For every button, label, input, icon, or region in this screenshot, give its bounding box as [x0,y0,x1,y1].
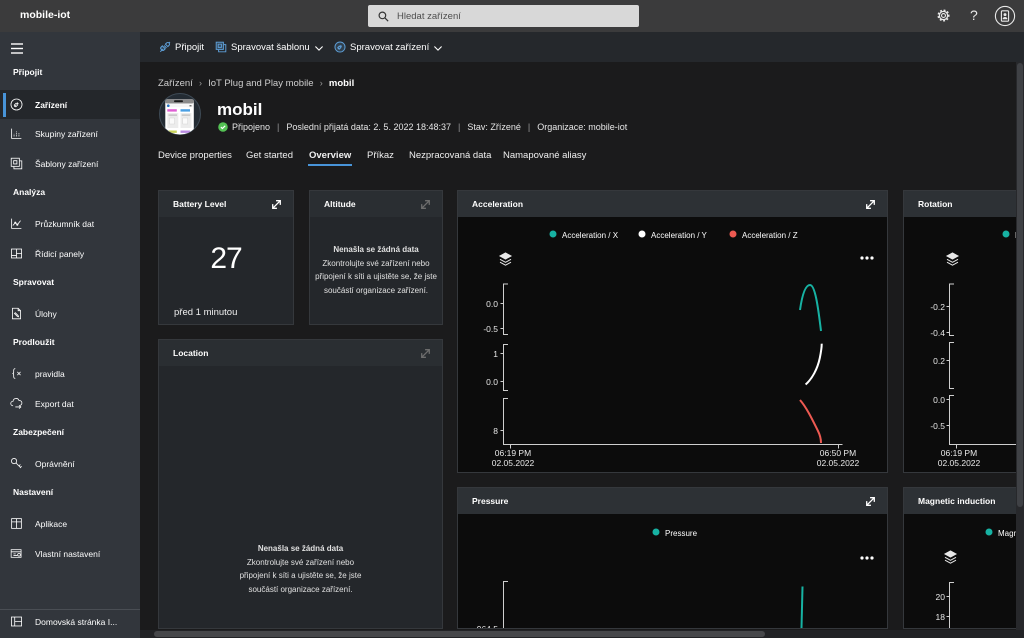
svg-text:Magn: Magn [998,529,1018,538]
svg-text:0.2: 0.2 [933,356,945,366]
svg-text:Acceleration / Y: Acceleration / Y [651,231,708,240]
svg-text:-0.5: -0.5 [930,421,945,431]
svg-text:02.05.2022: 02.05.2022 [817,458,860,468]
svg-text:02.05.2022: 02.05.2022 [938,458,981,468]
svg-text:06:19 PM: 06:19 PM [941,448,977,458]
svg-text:06:19 PM: 06:19 PM [495,448,531,458]
svg-text:-0.5: -0.5 [483,324,498,334]
svg-text:Pressure: Pressure [665,529,698,538]
svg-text:1: 1 [493,349,498,359]
svg-text:-0.4: -0.4 [930,328,945,338]
svg-text:0.0: 0.0 [486,377,498,387]
svg-text:Acceleration / X: Acceleration / X [562,231,619,240]
svg-text:964.5: 964.5 [477,624,499,628]
svg-text:18: 18 [936,612,946,622]
svg-text:0.0: 0.0 [933,395,945,405]
svg-text:02.05.2022: 02.05.2022 [492,458,535,468]
svg-text:8: 8 [493,426,498,436]
svg-text:-0.2: -0.2 [930,302,945,312]
svg-text:Acceleration / Z: Acceleration / Z [742,231,798,240]
svg-text:20: 20 [936,592,946,602]
svg-text:0.0: 0.0 [486,299,498,309]
svg-text:06:50 PM: 06:50 PM [820,448,856,458]
